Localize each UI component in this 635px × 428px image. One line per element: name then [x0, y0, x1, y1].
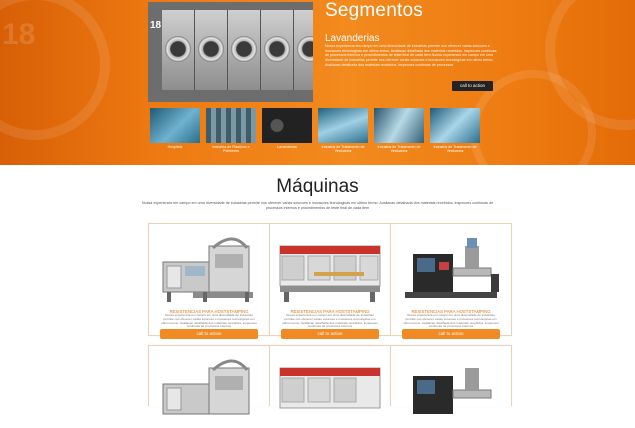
machine-image — [405, 238, 499, 298]
machine-card — [148, 345, 270, 415]
machine-card — [390, 345, 512, 414]
machine-cta-button[interactable]: call to action — [402, 329, 500, 339]
machine-card: RESISTENCIAS PARA HOSTSTAMPING Nossa exp… — [390, 223, 512, 339]
machines-title: Máquinas — [276, 176, 359, 197]
segment-thumb-vestuarios[interactable]: Industria de Tratamento de Vestuarios — [430, 108, 480, 153]
machine-number-label: 18 — [150, 20, 162, 31]
thumb-caption: Hospitais — [167, 145, 183, 149]
hospital-image — [150, 108, 200, 143]
machine-card: RESISTENCIAS PARA HOSTSTAMPING Nossa exp… — [269, 223, 391, 339]
laundry-image — [262, 108, 312, 143]
segment-thumb-lavanderias[interactable]: Lavanderias — [262, 108, 312, 149]
segments-title: Segmentos — [325, 0, 423, 21]
machine-image — [279, 245, 381, 302]
background-number: 18 — [2, 18, 36, 51]
washer-image — [195, 10, 228, 90]
machines-description: Nossa experiencia em campo em uma divers… — [141, 201, 494, 210]
machine-image — [413, 368, 492, 414]
machine-card — [269, 345, 391, 409]
segment-cta-button[interactable]: call to action — [452, 81, 493, 91]
segment-thumb-hospitais[interactable]: Hospitais — [150, 108, 200, 149]
thumb-caption: Industria de Tratamento de Vestuarios — [377, 145, 421, 154]
machine-cta-button[interactable]: call to action — [281, 329, 379, 339]
machine-image — [279, 367, 381, 409]
segment-thumb-vestuarios[interactable]: Industria de Tratamento de Vestuarios — [318, 108, 368, 153]
segment-thumbnails: Hospitais Industria de Plasticos e Polim… — [150, 108, 480, 160]
garment-image — [374, 108, 424, 143]
factory-image — [206, 108, 256, 143]
thumb-caption: Industria de Tratamento de Vestuarios — [321, 145, 365, 154]
machine-card: RESISTENCIAS PARA HOSTSTAMPING Nossa exp… — [148, 223, 270, 339]
washer-image — [294, 10, 313, 90]
segment-description: Nossa experiencia em campo em uma divers… — [325, 44, 497, 67]
segments-hero: 18 18 Segmentos Lavanderias Nossa experi… — [0, 0, 635, 165]
garment-image — [318, 108, 368, 143]
thumb-caption: Industria de Tratamento de Vestuarios — [433, 145, 477, 154]
machine-description: Nossa experiencia em campo em uma divers… — [161, 313, 257, 329]
laundry-machines-photo: 18 — [148, 2, 313, 102]
washer-image — [162, 10, 195, 90]
machine-image — [162, 359, 250, 415]
thumb-caption: Industria de Plasticos e Polimeros — [212, 145, 250, 154]
machine-description: Nossa experiencia em campo em uma divers… — [282, 313, 378, 329]
machine-cta-button[interactable]: call to action — [160, 329, 258, 339]
washer-image — [228, 10, 261, 90]
machine-image — [162, 237, 253, 302]
garment-image — [430, 108, 480, 143]
machine-description: Nossa experiencia em campo em uma divers… — [403, 313, 499, 329]
segment-subtitle: Lavanderias — [325, 33, 380, 44]
washer-image — [261, 10, 294, 90]
segment-thumb-vestuarios[interactable]: Industria de Tratamento de Vestuarios — [374, 108, 424, 153]
segment-thumb-plasticos[interactable]: Industria de Plasticos e Polimeros — [206, 108, 256, 153]
thumb-caption: Lavanderias — [277, 145, 297, 149]
